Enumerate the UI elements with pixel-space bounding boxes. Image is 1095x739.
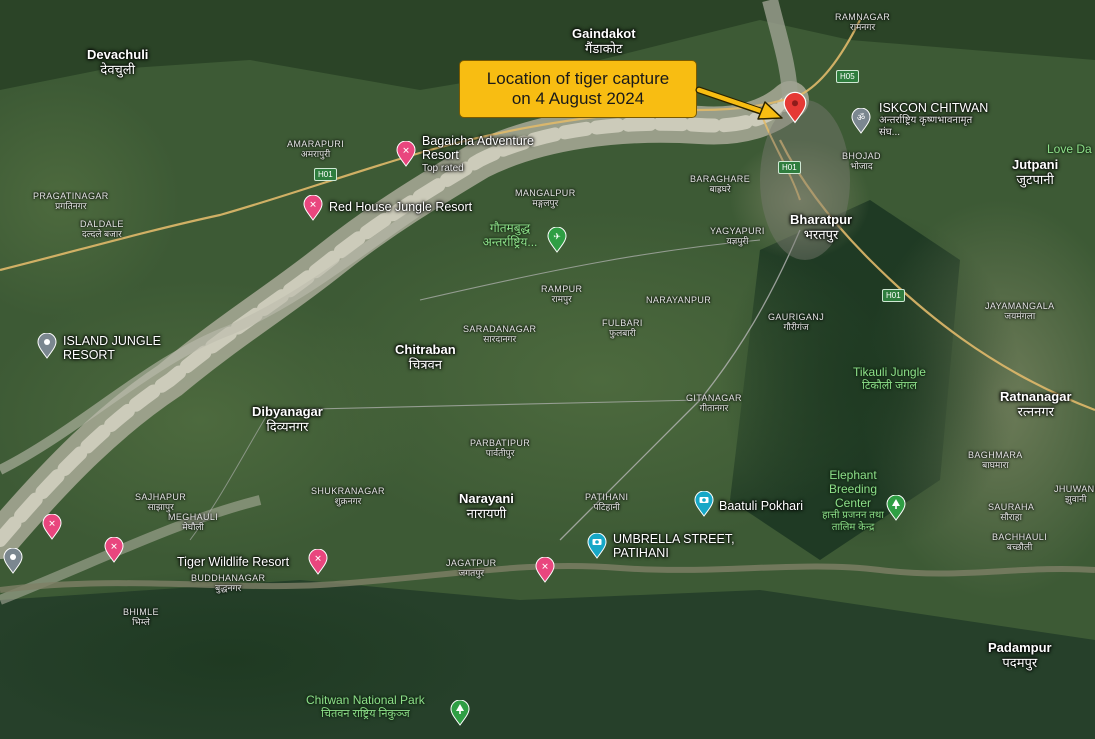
town-label-padampur: Padampur पदमपुर: [988, 640, 1052, 670]
locality-label: PATIHANI पटिहानी: [585, 492, 629, 513]
place-pin-icon[interactable]: [3, 548, 23, 574]
svg-text:✕: ✕: [309, 201, 317, 211]
locality-label: NARAYANPUR: [646, 295, 712, 305]
hotel-pin-icon[interactable]: ✕: [303, 195, 323, 221]
locality-label: PARBATIPUR पार्वतीपुर: [470, 438, 531, 459]
locality-label: BAGHMARA बाघमारा: [968, 450, 1023, 471]
park-label-love-da: Love Da: [1047, 142, 1092, 156]
locality-label: MANGALPUR मङ्गलपुर: [515, 188, 576, 209]
locality-label: BHOJAD भोजाद: [842, 151, 881, 172]
locality-label: AMARAPURI अमरापुरी: [287, 139, 345, 160]
town-label-narayani: Narayani नारायणी: [459, 491, 514, 521]
locality-label: BARAGHARE बाह्रघरे: [690, 174, 751, 195]
locality-label: JHUWANI झुवानी: [1054, 484, 1095, 505]
locality-label: SARADANAGAR सारदानगर: [463, 324, 537, 345]
airport-label: गौतमबुद्ध अन्तर्राष्ट्रिय...: [482, 221, 538, 249]
road-badge-h01: H01: [882, 289, 905, 302]
park-label-chitwan-national-park: Chitwan National Park चितवन राष्ट्रिय निक…: [306, 693, 425, 720]
poi-label-iskcon-chitwan[interactable]: ISKCON CHITWAN अन्तर्राष्ट्रिय कृष्णभावना…: [879, 101, 988, 138]
town-label-jutpani: Jutpani जुटपानी: [1012, 157, 1059, 187]
hotel-pin-icon[interactable]: ✕: [535, 557, 555, 583]
svg-text:✕: ✕: [541, 563, 549, 573]
poi-label-island-jungle-resort[interactable]: ISLAND JUNGLE RESORT: [63, 334, 175, 363]
park-label-tikauli-jungle: Tikauli Jungle टिकौली जंगल: [853, 365, 926, 392]
camera-pin-icon[interactable]: [587, 533, 607, 559]
locality-label: SAURAHA सौराहा: [988, 502, 1035, 523]
satellite-map[interactable]: H05 H01 H01 H01 Gaindakot गैंडाकोट Devach…: [0, 0, 1095, 739]
locality-label: JAYAMANGALA जयमंगला: [985, 301, 1055, 322]
poi-label-umbrella-street-patihani[interactable]: UMBRELLA STREET, PATIHANI: [613, 532, 738, 561]
locality-label: GITANAGAR गीतानगर: [686, 393, 742, 414]
locality-label: JAGATPUR जगतपुर: [446, 558, 497, 579]
town-label-ratnanagar: Ratnanagar रत्ननगर: [1000, 389, 1072, 419]
locality-label: MEGHAULI मेघौली: [168, 512, 219, 533]
locality-label: BUDDHANAGAR बुद्धनगर: [191, 573, 266, 594]
locality-label: BACHHAULI बच्छौली: [992, 532, 1048, 553]
tiger-capture-callout: Location of tiger capture on 4 August 20…: [459, 60, 697, 118]
locality-label: GAURIGANJ गौरीगंज: [768, 312, 825, 333]
place-pin-icon[interactable]: [37, 333, 57, 359]
hotel-pin-icon[interactable]: ✕: [42, 514, 62, 540]
locality-label: YAGYAPURI यज्ञपुरी: [710, 226, 765, 247]
locality-label: FULBARI फुलबारी: [602, 318, 643, 339]
poi-label-bagaicha-adventure-resort[interactable]: Bagaicha Adventure Resort Top rated: [422, 134, 537, 174]
road-badge-h01: H01: [314, 168, 337, 181]
town-label-bharatpur: Bharatpur भरतपुर: [790, 212, 853, 242]
town-label-dibyanagar: Dibyanagar दिव्यनगर: [252, 404, 323, 434]
svg-text:✕: ✕: [110, 543, 118, 553]
poi-label-baatuli-pokhari[interactable]: Baatuli Pokhari: [719, 499, 803, 513]
svg-text:✕: ✕: [48, 520, 56, 530]
town-label-chitraban: Chitraban चित्रवन: [395, 342, 456, 372]
callout-line-2: on 4 August 2024: [511, 89, 645, 108]
hotel-pin-icon[interactable]: ✕: [308, 549, 328, 575]
park-label-elephant-breeding-center: Elephant Breeding Center हात्ती प्रजनन तथ…: [822, 468, 884, 533]
locality-label: DALDALE दल्दले बजार: [80, 219, 124, 240]
poi-label-tiger-wildlife-resort[interactable]: Tiger Wildlife Resort: [177, 555, 289, 569]
locality-label: SHUKRANAGAR शुक्रनगर: [311, 486, 385, 507]
tiger-capture-location-pin-icon[interactable]: [783, 91, 807, 125]
callout-line-1: Location of tiger capture: [486, 68, 670, 88]
park-pin-icon[interactable]: [886, 495, 906, 521]
locality-label: SAJHAPUR साझापुर: [135, 492, 187, 513]
svg-text:ॐ: ॐ: [857, 113, 865, 124]
park-pin-icon[interactable]: [450, 700, 470, 726]
road-badge-h05: H05: [836, 70, 859, 83]
airport-pin-icon[interactable]: ✈: [547, 227, 567, 253]
locality-label: RAMNAGAR रामनगर: [835, 12, 891, 33]
svg-text:✕: ✕: [314, 555, 322, 565]
temple-pin-icon[interactable]: ॐ: [851, 108, 871, 134]
locality-label: PRAGATINAGAR प्रगतिनगर: [33, 191, 109, 212]
hotel-pin-icon[interactable]: ✕: [104, 537, 124, 563]
poi-label-red-house-jungle-resort[interactable]: Red House Jungle Resort: [329, 200, 472, 214]
town-label-gaindakot: Gaindakot गैंडाकोट: [572, 26, 636, 56]
locality-label: BHIMLE भिम्ले: [123, 607, 159, 628]
hotel-pin-icon[interactable]: ✕: [396, 141, 416, 167]
camera-pin-icon[interactable]: [694, 491, 714, 517]
locality-label: RAMPUR रामपुर: [541, 284, 583, 305]
road-badge-h01: H01: [778, 161, 801, 174]
svg-text:✕: ✕: [402, 147, 410, 157]
town-label-devachuli: Devachuli देवचुली: [87, 47, 149, 77]
svg-text:✈: ✈: [553, 233, 561, 243]
